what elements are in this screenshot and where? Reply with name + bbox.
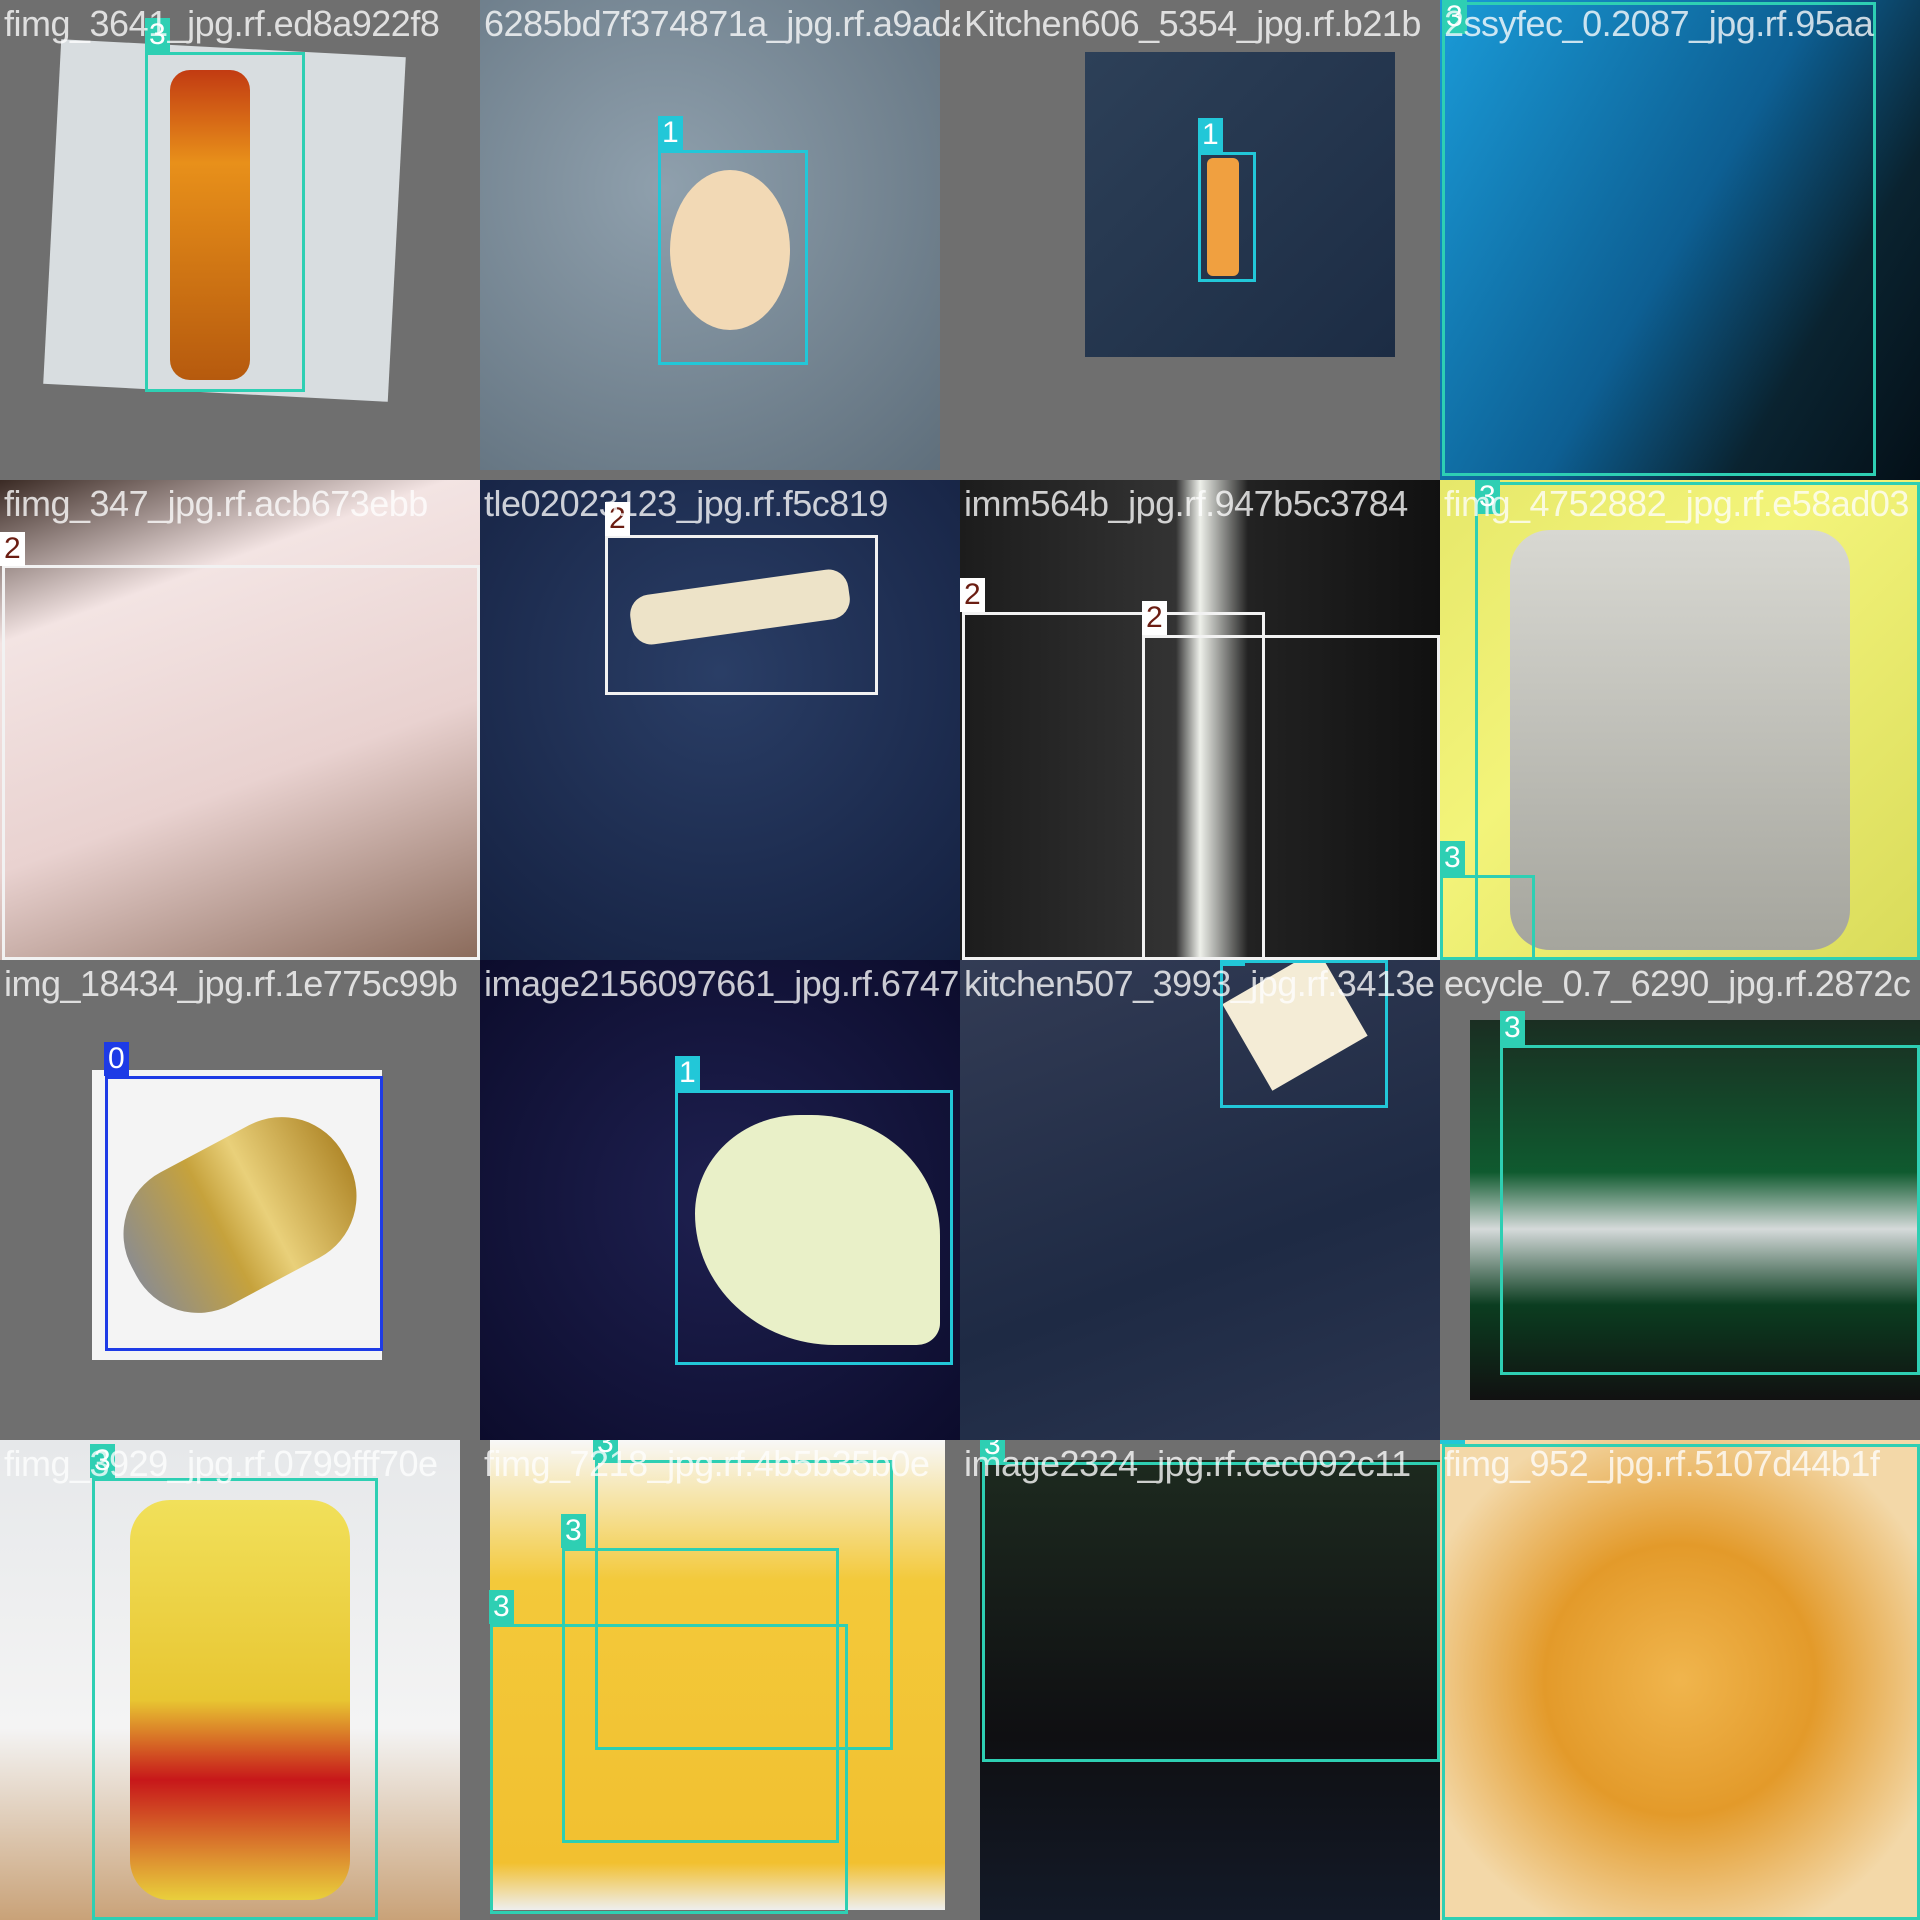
tile-battery: 0 img_18434_jpg.rf.1e775c99b: [0, 960, 480, 1440]
tile-filename: fimg_3641_jpg.rf.ed8a922f8: [4, 3, 440, 44]
bbox-label: 3: [1500, 1011, 1525, 1045]
tile-glass-bottle: 3 ecycle_0.7_6290_jpg.rf.2872c: [1440, 960, 1920, 1440]
tile-yellow-envelopes: 3 3 3 fimg_7218_jpg.rf.4b5b35b0e: [480, 1440, 960, 1920]
bbox: [1198, 152, 1256, 282]
tile-filename: 6285bd7f374871a_jpg.rf.a9ada: [484, 3, 960, 44]
tile-rolled-paper: 2 tle02023123_jpg.rf.f5c819: [480, 480, 960, 960]
tile-filename: ecycle_0.7_6290_jpg.rf.2872c: [1444, 963, 1911, 1004]
bbox-label: 1: [1198, 118, 1223, 152]
bbox: [1442, 2, 1876, 476]
bbox: [105, 1076, 383, 1351]
tile-filename: fimg_4752882_jpg.rf.e58ad03: [1444, 483, 1909, 524]
bbox-label: 0: [104, 1042, 129, 1076]
bbox: [658, 150, 808, 365]
tile-filename: kitchen507_3993_jpg.rf.3413e: [964, 963, 1435, 1004]
tile-filename: image2324_jpg.rf.cec092c11: [964, 1443, 1411, 1484]
bbox: [1142, 635, 1440, 960]
tile-tea-bottle: 3 image2324_jpg.rf.cec092c11: [960, 1440, 1440, 1920]
bbox-label: 2: [0, 532, 25, 566]
tile-filename: fimg_347_jpg.rf.acb673ebb: [4, 483, 428, 524]
tile-filename: imm564b_jpg.rf.947b5c3784: [964, 483, 1408, 524]
bbox-label: 3: [561, 1514, 586, 1548]
mosaic-grid: 3 fimg_3641_jpg.rf.ed8a922f8 1 6285bd7f3…: [0, 0, 1920, 1920]
bbox-label: 2: [1142, 601, 1167, 635]
bbox-label: 3: [489, 1590, 514, 1624]
bbox: [675, 1090, 953, 1365]
bbox: [145, 52, 305, 392]
tile-oil-bottle: 3 fimg_3641_jpg.rf.ed8a922f8: [0, 0, 480, 480]
bbox: [1442, 1444, 1920, 1920]
bbox: [1440, 875, 1535, 960]
tile-travel-adapter: 3 3 fimg_4752882_jpg.rf.e58ad03: [1440, 480, 1920, 960]
bbox: [490, 1624, 848, 1914]
bbox: [1500, 1045, 1920, 1375]
bbox-label: 2: [960, 578, 985, 612]
tile-filename: fimg_952_jpg.rf.5107d44b1f: [1444, 1443, 1880, 1484]
tile-plastic-bag: 2 fimg_347_jpg.rf.acb673ebb: [0, 480, 480, 960]
tile-black-bags: 2 2 imm564b_jpg.rf.947b5c3784: [960, 480, 1440, 960]
bbox: [2, 565, 480, 960]
tile-water-bottle: 3 2ssyfec_0.2087_jpg.rf.95aa: [1440, 0, 1920, 480]
tile-filename: image2156097661_jpg.rf.674793a59: [484, 963, 960, 1004]
tile-cooking-oil: 3 fimg_3929_jpg.rf.0799fff70e: [0, 1440, 480, 1920]
bbox-label: 1: [658, 116, 683, 150]
tile-filename: tle02023123_jpg.rf.f5c819: [484, 483, 888, 524]
bbox: [982, 1462, 1440, 1762]
bbox-label: 1: [675, 1056, 700, 1090]
bbox: [1475, 482, 1920, 960]
bbox: [92, 1478, 378, 1920]
tile-kitchen-snack: 1 Kitchen606_5354_jpg.rf.b21b: [960, 0, 1440, 480]
tile-filename: img_18434_jpg.rf.1e775c99b: [4, 963, 458, 1004]
tile-filename: fimg_3929_jpg.rf.0799fff70e: [4, 1443, 438, 1484]
tile-filename: Kitchen606_5354_jpg.rf.b21b: [964, 3, 1421, 44]
bbox-label: 3: [1440, 841, 1465, 875]
tile-filename: 2ssyfec_0.2087_jpg.rf.95aa: [1444, 3, 1874, 44]
tile-orange-peel: 1 fimg_952_jpg.rf.5107d44b1f: [1440, 1440, 1920, 1920]
tile-potato: 1 6285bd7f374871a_jpg.rf.a9ada: [480, 0, 960, 480]
tile-radish-slice: 1 image2156097661_jpg.rf.674793a59: [480, 960, 960, 1440]
bbox: [605, 535, 878, 695]
tile-kitchen-food: 1 kitchen507_3993_jpg.rf.3413e: [960, 960, 1440, 1440]
tile-filename: fimg_7218_jpg.rf.4b5b35b0e: [484, 1443, 930, 1484]
